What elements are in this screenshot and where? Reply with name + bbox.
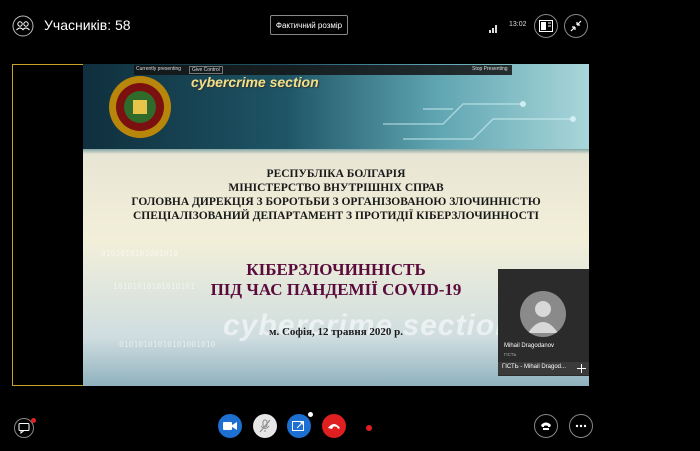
actual-size-button[interactable]: Фактичний розмір: [270, 15, 348, 35]
person-icon: [528, 301, 558, 333]
record-icon: [366, 425, 372, 431]
currently-presenting-label: Currently presenting: [136, 66, 182, 72]
signal-icon: [489, 20, 499, 33]
participants-button[interactable]: [12, 15, 34, 37]
mic-button[interactable]: [253, 414, 277, 438]
binary-line: 01010101010101001010: [119, 340, 216, 349]
participant-role: ГІСТЬ: [504, 352, 517, 357]
notification-dot: [31, 418, 36, 423]
cybercrime-logo: cybercrime section: [191, 74, 319, 90]
move-icon[interactable]: [577, 364, 586, 373]
share-screen-button[interactable]: [287, 412, 313, 438]
tile-footer-label: ГІСТЬ - Mihail Dragod...: [502, 364, 567, 370]
org-line: ГОЛОВНА ДИРЕКЦІЯ З БОРОТЬБИ З ОРГАНІЗОВА…: [131, 196, 541, 208]
camera-icon: [223, 422, 237, 430]
org-line: МІНІСТЕРСТВО ВНУТРІШНІХ СПРАВ: [228, 182, 444, 194]
give-control-button[interactable]: Give Control: [189, 66, 223, 74]
participant-name: Mihail Dragodanov: [504, 343, 555, 349]
dialpad-button[interactable]: [534, 414, 558, 438]
organization-lines: РЕСПУБЛІКА БОЛГАРІЯ МІНІСТЕРСТВО ВНУТРІШ…: [83, 167, 589, 223]
stop-presenting-button[interactable]: Stop Presenting: [472, 66, 508, 72]
video-button[interactable]: [218, 414, 242, 438]
participant-video-tile[interactable]: Mihail Dragodanov ГІСТЬ: [498, 269, 589, 376]
binary-line: 0101010101001010: [101, 249, 179, 258]
police-emblem: [107, 74, 173, 140]
share-screen-icon: [292, 421, 304, 431]
people-icon: [12, 15, 34, 37]
share-indicator: [308, 412, 313, 417]
video-tile-footer[interactable]: ГІСТЬ - Mihail Dragod...: [498, 362, 589, 375]
layout-icon: [539, 20, 553, 32]
org-line: СПЕЦІАЛІЗОВАНИЙ ДЕПАРТАМЕНТ З ПРОТИДІЇ К…: [132, 210, 540, 222]
layout-button[interactable]: [534, 14, 558, 38]
circuit-graphic: [383, 101, 576, 140]
more-options-button[interactable]: [569, 414, 593, 438]
collapse-button[interactable]: [564, 14, 588, 38]
chat-button[interactable]: [14, 418, 36, 438]
avatar: [520, 291, 566, 337]
hangup-icon: [328, 424, 340, 429]
more-icon: [575, 424, 587, 428]
collapse-icon: [570, 20, 582, 32]
clock-time: 13:02: [509, 21, 527, 28]
phone-icon: [541, 422, 551, 430]
org-line: РЕСПУБЛІКА БОЛГАРІЯ: [266, 168, 406, 180]
chat-icon: [18, 423, 30, 434]
participants-count: Учасників: 58: [44, 17, 131, 33]
hangup-button[interactable]: [322, 414, 346, 438]
mic-muted-icon: [259, 419, 271, 433]
